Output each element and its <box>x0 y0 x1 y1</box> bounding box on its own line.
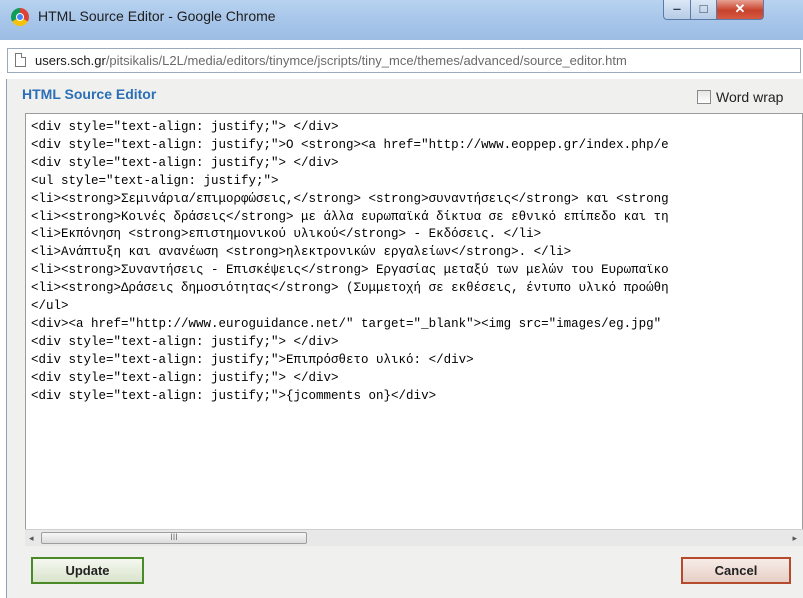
chrome-logo-icon <box>11 8 29 26</box>
address-bar[interactable]: users.sch.gr/pitsikalis/L2L/media/editor… <box>7 48 801 73</box>
source-line: <div style="text-align: justify;"> </div… <box>31 370 339 385</box>
minimize-icon: ‒ <box>673 1 681 16</box>
source-line: <div><a href="http://www.euroguidance.ne… <box>31 316 662 331</box>
close-icon: ✕ <box>734 1 746 16</box>
cancel-button[interactable]: Cancel <box>681 557 791 584</box>
source-line: </ul> <box>31 299 69 314</box>
close-button[interactable]: ✕ <box>716 0 764 20</box>
url-path: /pitsikalis/L2L/media/editors/tinymce/js… <box>105 53 627 68</box>
wordwrap-checkbox[interactable] <box>697 90 711 104</box>
source-code: <div style="text-align: justify;"> </div… <box>31 119 669 406</box>
source-line: <div style="text-align: justify;"> </div… <box>31 120 339 134</box>
maximize-icon: □ <box>699 1 708 16</box>
update-button[interactable]: Update <box>31 557 144 584</box>
scroll-left-icon[interactable]: ◂ <box>29 533 34 544</box>
source-line: <li><strong>Κοινές δράσεις</strong> με ά… <box>31 209 669 224</box>
url-text: users.sch.gr/pitsikalis/L2L/media/editor… <box>35 53 627 68</box>
scroll-right-icon[interactable]: ▸ <box>792 533 797 544</box>
window-title: HTML Source Editor - Google Chrome <box>38 8 276 24</box>
wordwrap-label: Word wrap <box>716 89 784 105</box>
source-line: <ul style="text-align: justify;"> <box>31 173 279 188</box>
source-line: <li><strong>Σεμινάρια/επιμορφώσεις,</str… <box>31 191 669 206</box>
dialog-title: HTML Source Editor <box>22 86 157 102</box>
source-line: <li><strong>Δράσεις δημοσιότητας</strong… <box>31 281 669 296</box>
maximize-button[interactable]: □ <box>690 0 717 20</box>
source-line: <div style="text-align: justify;"> </div… <box>31 334 339 349</box>
url-domain: users.sch.gr <box>35 53 106 68</box>
source-line: <li>Ανάπτυξη και ανανέωση <strong>ηλεκτρ… <box>31 245 572 260</box>
scroll-thumb[interactable]: III <box>41 532 307 544</box>
wordwrap-toggle[interactable]: Word wrap <box>697 89 783 105</box>
source-line: <li><strong>Συναντήσεις - Επισκέψεις</st… <box>31 263 669 278</box>
scroll-grip: III <box>170 532 178 542</box>
source-line: <div style="text-align: justify;">Επιπρό… <box>31 352 474 367</box>
source-textarea[interactable]: <div style="text-align: justify;"> </div… <box>25 113 803 546</box>
horizontal-scrollbar[interactable]: ◂ III ▸ <box>25 529 803 546</box>
source-line: <div style="text-align: justify;">{jcomm… <box>31 388 437 403</box>
page-icon <box>15 53 26 67</box>
source-line: <div style="text-align: justify;"> </div… <box>31 155 339 170</box>
source-line: <li>Εκπόνηση <strong>επιστημονικού υλικο… <box>31 227 542 242</box>
minimize-button[interactable]: ‒ <box>663 0 691 20</box>
source-line: <div style="text-align: justify;">Ο <str… <box>31 137 669 152</box>
